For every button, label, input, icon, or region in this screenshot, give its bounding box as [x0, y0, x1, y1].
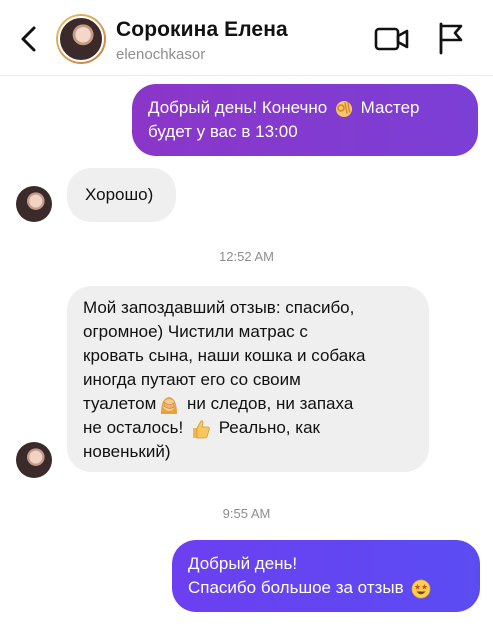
- contact-name[interactable]: Сорокина Елена: [116, 18, 288, 42]
- message-text: Реально, как: [218, 418, 320, 437]
- message-line: новенький): [83, 442, 171, 461]
- message-line: кровать сына, наши кошка и собака: [83, 346, 366, 365]
- contact-username: elenochkasor: [116, 46, 206, 63]
- outgoing-message[interactable]: Добрый день! Спасибо большое за отзыв: [172, 540, 480, 612]
- message-line: Добрый день! Конечно Мастер: [148, 96, 460, 120]
- message-text: Спасибо большое за отзыв: [188, 578, 404, 597]
- chevron-left-icon[interactable]: [14, 22, 44, 56]
- message-line: огромное) Чистили матрас с: [83, 322, 308, 341]
- star-struck-emoji: [411, 579, 431, 598]
- avatar[interactable]: [56, 14, 106, 64]
- message-text: не осталось!: [83, 418, 184, 437]
- message-text: ни следов, ни запаха: [187, 394, 354, 413]
- incoming-message[interactable]: Мой запоздавший отзыв: спасибо, огромное…: [67, 286, 429, 472]
- flag-icon[interactable]: [436, 20, 466, 56]
- thumbs-up-emoji: [192, 419, 210, 438]
- message-line: туалетом ни следов, ни запаха: [83, 392, 413, 416]
- message-text: Добрый день! Конечно: [148, 98, 328, 117]
- timestamp: 12:52 AM: [219, 249, 274, 264]
- avatar[interactable]: [16, 442, 52, 478]
- chat-header: Сорокина Елена elenochkasor: [0, 0, 493, 76]
- message-line: иногда путают его со своим: [83, 370, 301, 389]
- message-line: Добрый день!: [188, 554, 298, 573]
- woman-facepalming-emoji: [161, 396, 178, 414]
- timestamp: 9:55 AM: [222, 506, 271, 521]
- avatar-image: [58, 16, 104, 62]
- ok-hand-emoji: [335, 100, 352, 117]
- message-line: Спасибо большое за отзыв: [188, 576, 462, 600]
- message-line: Хорошо): [85, 185, 154, 204]
- message-line: будет у вас в 13:00: [148, 122, 298, 141]
- avatar[interactable]: [16, 186, 52, 222]
- message-text: туалетом: [83, 394, 157, 413]
- message-line: Мой запоздавший отзыв: спасибо,: [83, 298, 355, 317]
- video-camera-icon[interactable]: [374, 24, 410, 54]
- incoming-message[interactable]: Хорошо): [67, 168, 176, 222]
- message-text: Мастер: [360, 98, 420, 117]
- message-line: не осталось! Реально, как: [83, 416, 413, 440]
- outgoing-message[interactable]: Добрый день! Конечно Мастер будет у вас …: [132, 84, 478, 156]
